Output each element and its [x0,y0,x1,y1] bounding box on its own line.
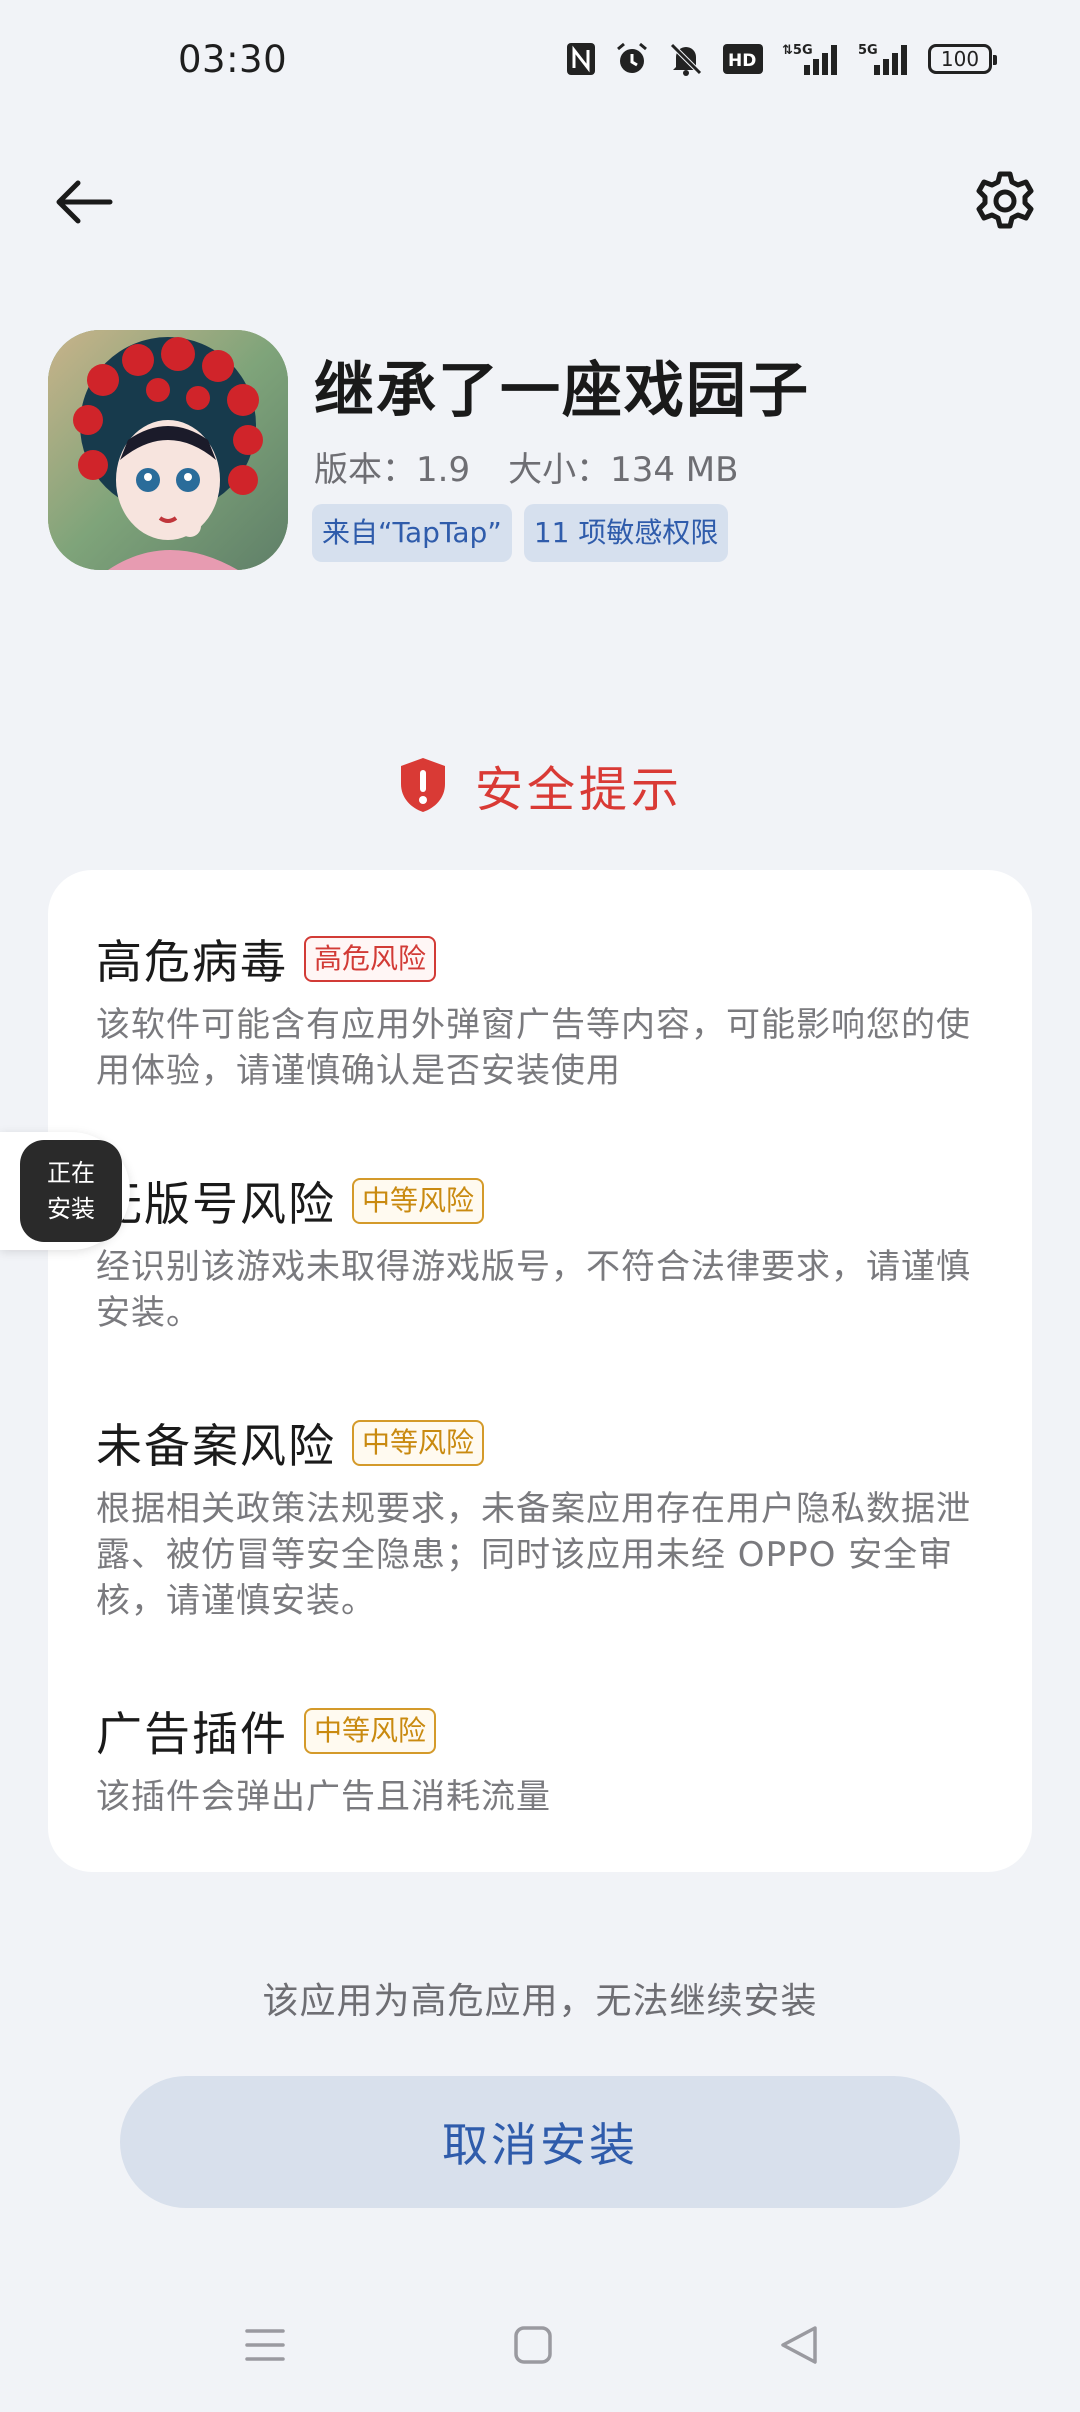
gear-icon [976,171,1034,229]
risk-description: 经识别该游戏未取得游戏版号，不符合法律要求，请谨慎安装。 [96,1247,971,1333]
risk-badge: 高危风险 [304,936,437,982]
risk-title: 高危病毒 [96,935,288,989]
svg-text:HD: HD [728,51,756,71]
risk-item: 未备案风险 中等风险 根据相关政策法规要求，未备案应用存在用户隐私数据泄露、被仿… [96,1410,996,1624]
risk-badge: 中等风险 [352,1420,485,1466]
installing-label-line1: 正在 [47,1159,95,1187]
security-title-text: 安全提示 [474,762,683,818]
menu-icon [245,2329,285,2361]
back-arrow-icon [56,180,113,224]
battery-icon: 100 [928,44,997,74]
back-button[interactable] [48,166,120,238]
risk-description: 该软件可能含有应用外弹窗广告等内容，可能影响您的使用体验，请谨慎确认是否安装使用 [96,1005,971,1091]
app-icon [48,330,288,570]
triangle-back-icon [781,2326,817,2364]
app-name: 继承了一座戏园子 [314,356,810,426]
risk-card: 高危病毒 高危风险 该软件可能含有应用外弹窗广告等内容，可能影响您的使用体验，请… [48,870,1032,1872]
security-title: 安全提示 [0,750,1080,820]
app-tags: 来自“TapTap” 11 项敏感权限 [312,504,729,562]
permissions-tag[interactable]: 11 项敏感权限 [523,504,729,562]
risk-description: 该插件会弹出广告且消耗流量 [96,1777,551,1817]
settings-button[interactable] [966,162,1044,240]
status-icons: HD ⇅5G 5G 100 [566,40,997,78]
risk-item: 无版号风险 中等风险 经识别该游戏未取得游戏版号，不符合法律要求，请谨慎安装。 [96,1168,996,1336]
risk-title: 广告插件 [96,1707,288,1761]
svg-text:⇅5G: ⇅5G [782,43,813,58]
nfc-icon [566,40,596,78]
svg-text:5G: 5G [858,43,878,58]
home-square-icon [514,2326,552,2364]
mute-icon [668,40,704,78]
shield-alert-icon [400,758,445,812]
alarm-icon [614,40,650,78]
risk-item: 高危病毒 高危风险 该软件可能含有应用外弹窗广告等内容，可能影响您的使用体验，请… [96,926,996,1094]
cancel-install-button[interactable]: 取消安装 [120,2076,960,2208]
system-nav-bar [0,2310,1080,2380]
risk-badge: 中等风险 [352,1178,485,1224]
blocked-install-note: 该应用为高危应用，无法继续安装 [262,1981,818,2022]
source-tag[interactable]: 来自“TapTap” [312,504,512,562]
risk-badge: 中等风险 [304,1708,437,1754]
risk-title: 未备案风险 [96,1419,336,1473]
hd-icon: HD [722,40,764,78]
app-meta: 版本：1.9 大小：134 MB [314,442,738,491]
status-time: 03:30 [178,38,288,81]
risk-description: 根据相关政策法规要求，未备案应用存在用户隐私数据泄露、被仿冒等安全隐患；同时该应… [96,1489,971,1621]
home-nav-button[interactable] [498,2310,568,2380]
menu-nav-button[interactable] [230,2310,300,2380]
back-nav-button[interactable] [764,2310,834,2380]
app-version: 版本：1.9 [314,450,471,490]
risk-item: 广告插件 中等风险 该插件会弹出广告且消耗流量 [96,1698,996,1820]
app-size: 大小：134 MB [508,450,739,490]
installing-label-line2: 安装 [47,1195,95,1223]
5g-signal-icon: ⇅5G [782,40,840,78]
5g-signal-icon-2: 5G [858,40,910,78]
risk-title: 无版号风险 [96,1177,336,1231]
installing-indicator: 正在 安装 [20,1140,122,1242]
installing-floating-bubble[interactable]: 正在 安装 [0,1132,130,1250]
